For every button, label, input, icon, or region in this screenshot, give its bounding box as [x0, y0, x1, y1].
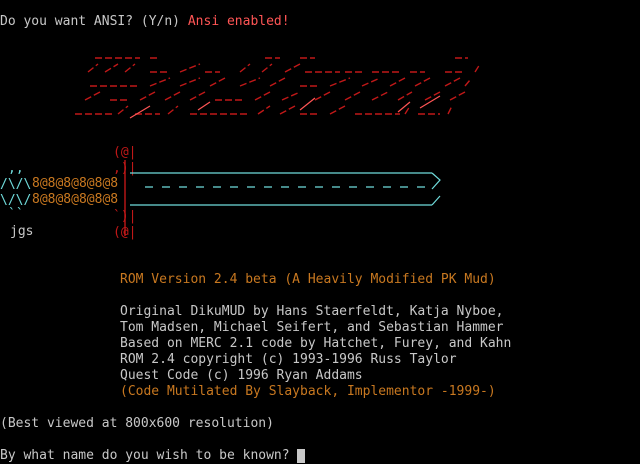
pommel-bottom: `` [8, 207, 24, 222]
art-signature: jgs [10, 224, 34, 239]
sword-chain-bottom: 8@8@8@8@8@8 [32, 192, 119, 207]
credit-line: Original DikuMUD by Hans Staerfeldt, Kat… [120, 304, 504, 319]
implementor-note: (Code Mutilated By Slayback, Implementor… [120, 384, 496, 399]
pommel-lower: \/\/ [0, 193, 31, 208]
credit-line: ROM 2.4 copyright (c) 1993-1996 Russ Tay… [120, 352, 457, 367]
credit-line: Quest Code (c) 1996 Ryan Addams [120, 368, 363, 383]
pommel-upper: /\/\ [0, 177, 31, 192]
hilt-top-ornament: (@| [113, 145, 136, 160]
sword-chain-top: 8@8@8@8@8@8 [32, 176, 119, 191]
name-prompt: By what name do you wish to be known? [0, 448, 290, 463]
pommel-top: ,, [8, 161, 24, 176]
ascii-art-logo [75, 57, 481, 119]
ansi-response: Ansi enabled! [187, 14, 290, 29]
ansi-prompt-line: Do you want ANSI? (Y/n) Ansi enabled! [0, 14, 290, 30]
ansi-question: Do you want ANSI? (Y/n) [0, 14, 188, 29]
credit-line: Based on MERC 2.1 code by Hatchet, Furey… [120, 336, 512, 351]
text-input-cursor[interactable] [297, 449, 305, 463]
credit-line: Tom Madsen, Michael Seifert, and Sebasti… [120, 320, 504, 335]
sword-blade [130, 172, 441, 206]
rom-version: ROM Version 2.4 beta (A Heavily Modified… [120, 272, 496, 287]
resolution-note: (Best viewed at 800x600 resolution) [0, 416, 274, 431]
terminal-screen: { "ansi_prompt": { "question": "Do you w… [0, 0, 640, 464]
